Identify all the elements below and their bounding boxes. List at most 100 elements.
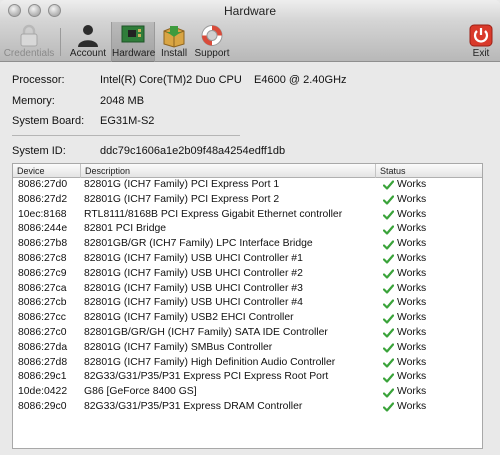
- toolbar-exit-button[interactable]: Exit: [466, 22, 496, 62]
- hardware-window: Hardware Credentials Account Hardware In…: [0, 0, 500, 455]
- status-text: Works: [397, 193, 427, 205]
- table-row[interactable]: 8086:27d2 82801G (ICH7 Family) PCI Expres…: [13, 193, 482, 208]
- status-text: Works: [397, 238, 427, 250]
- toolbar-separator: [60, 28, 61, 56]
- status-cell: Works: [383, 222, 426, 237]
- table-row[interactable]: 8086:29c1 82G33/G31/P35/P31 Express PCI E…: [13, 370, 482, 385]
- table-body: 8086:27d0 82801G (ICH7 Family) PCI Expres…: [13, 178, 482, 415]
- memory-value: 2048 MB: [100, 95, 145, 107]
- checkmark-icon: [383, 299, 394, 309]
- status-cell: Works: [383, 237, 426, 252]
- device-id-cell: 8086:27ca: [18, 282, 67, 294]
- processor-label: Processor:: [12, 74, 65, 86]
- zoom-window-button[interactable]: [48, 4, 61, 17]
- device-id-cell: 8086:29c1: [18, 371, 67, 383]
- table-row[interactable]: 10de:0422 G86 [GeForce 8400 GS] Works: [13, 385, 482, 400]
- table-row[interactable]: 8086:27d8 82801G (ICH7 Family) High Defin…: [13, 356, 482, 371]
- padlock-icon: [20, 24, 38, 47]
- status-cell: Works: [383, 178, 426, 193]
- table-row[interactable]: 8086:27b8 82801GB/GR (ICH7 Family) LPC In…: [13, 237, 482, 252]
- table-row[interactable]: 8086:27ca 82801G (ICH7 Family) USB UHCI C…: [13, 282, 482, 297]
- checkmark-icon: [383, 269, 394, 279]
- device-id-cell: 8086:27c9: [18, 267, 67, 279]
- table-row[interactable]: 10ec:8168 RTL8111/8168B PCI Express Gigab…: [13, 208, 482, 223]
- toolbar-account-button[interactable]: Account: [68, 22, 108, 62]
- device-id-cell: 8086:27b8: [18, 238, 68, 250]
- description-cell: 82801G (ICH7 Family) USB UHCI Controller…: [84, 282, 303, 294]
- device-id-cell: 8086:27c0: [18, 326, 67, 338]
- status-text: Works: [397, 223, 427, 235]
- checkmark-icon: [383, 180, 394, 190]
- device-table[interactable]: Device Description Status 8086:27d0 82801…: [12, 163, 483, 449]
- status-cell: Works: [383, 252, 426, 267]
- checkmark-icon: [383, 343, 394, 353]
- column-header-status[interactable]: Status: [375, 164, 483, 178]
- status-cell: Works: [383, 385, 426, 400]
- description-cell: G86 [GeForce 8400 GS]: [84, 386, 197, 398]
- circuit-board-icon: [121, 25, 145, 47]
- checkmark-icon: [383, 328, 394, 338]
- description-cell: 82801GB/GR/GH (ICH7 Family) SATA IDE Con…: [84, 326, 328, 338]
- device-id-cell: 8086:27cb: [18, 297, 67, 309]
- system-board-value: EG31M-S2: [100, 115, 155, 127]
- device-id-cell: 8086:29c0: [18, 400, 67, 412]
- description-cell: 82G33/G31/P35/P31 Express DRAM Controlle…: [84, 400, 303, 412]
- device-id-cell: 8086:27cc: [18, 312, 66, 324]
- device-id-cell: 8086:27d2: [18, 193, 68, 205]
- description-cell: 82G33/G31/P35/P31 Express PCI Express Ro…: [84, 371, 329, 383]
- package-box-icon: [163, 26, 185, 48]
- table-row[interactable]: 8086:27d0 82801G (ICH7 Family) PCI Expres…: [13, 178, 482, 193]
- table-row[interactable]: 8086:27c9 82801G (ICH7 Family) USB UHCI C…: [13, 267, 482, 282]
- status-text: Works: [397, 312, 427, 324]
- user-silhouette-icon: [78, 25, 98, 47]
- checkmark-icon: [383, 313, 394, 324]
- column-header-device[interactable]: Device: [13, 164, 80, 178]
- description-cell: 82801GB/GR (ICH7 Family) LPC Interface B…: [84, 238, 313, 250]
- status-cell: Works: [383, 267, 426, 282]
- lifebuoy-icon: [201, 25, 223, 46]
- divider: [12, 135, 240, 136]
- checkmark-icon: [383, 225, 394, 235]
- device-id-cell: 8086:27c8: [18, 252, 67, 264]
- table-row[interactable]: 8086:27c0 82801GB/GR/GH (ICH7 Family) SAT…: [13, 326, 482, 341]
- device-id-cell: 8086:27da: [18, 341, 68, 353]
- system-id-value: ddc79c1606a1e2b09f48a4254edff1db: [100, 145, 286, 157]
- window-controls: [8, 4, 61, 17]
- device-id-cell: 8086:244e: [18, 223, 68, 235]
- table-row[interactable]: 8086:29c0 82G33/G31/P35/P31 Express DRAM …: [13, 400, 482, 415]
- table-header: Device Description Status: [13, 164, 482, 178]
- table-row[interactable]: 8086:27c8 82801G (ICH7 Family) USB UHCI C…: [13, 252, 482, 267]
- status-cell: Works: [383, 370, 426, 385]
- memory-label: Memory:: [12, 95, 55, 107]
- status-text: Works: [397, 208, 427, 220]
- status-text: Works: [397, 326, 427, 338]
- table-row[interactable]: 8086:27cb 82801G (ICH7 Family) USB UHCI C…: [13, 296, 482, 311]
- status-cell: Works: [383, 296, 426, 311]
- toolbar-credentials-button[interactable]: Credentials: [2, 22, 56, 62]
- close-window-button[interactable]: [8, 4, 21, 17]
- toolbar-hardware-button[interactable]: Hardware: [111, 22, 155, 62]
- column-header-description[interactable]: Description: [80, 164, 375, 178]
- checkmark-icon: [383, 387, 394, 398]
- status-cell: Works: [383, 356, 426, 371]
- description-cell: RTL8111/8168B PCI Express Gigabit Ethern…: [84, 208, 343, 220]
- checkmark-icon: [383, 210, 394, 220]
- toolbar-support-button[interactable]: Support: [192, 22, 232, 62]
- description-cell: 82801G (ICH7 Family) SMBus Controller: [84, 341, 273, 353]
- table-row[interactable]: 8086:27cc 82801G (ICH7 Family) USB2 EHCI …: [13, 311, 482, 326]
- system-board-label: System Board:: [12, 115, 85, 127]
- table-row[interactable]: 8086:244e 82801 PCI Bridge Works: [13, 222, 482, 237]
- checkmark-icon: [383, 284, 394, 294]
- checkmark-icon: [383, 195, 394, 205]
- status-text: Works: [397, 267, 427, 279]
- status-text: Works: [397, 252, 427, 264]
- toolbar-install-button[interactable]: Install: [158, 22, 190, 62]
- checkmark-icon: [383, 254, 394, 264]
- checkmark-icon: [383, 373, 394, 383]
- checkmark-icon: [383, 402, 394, 412]
- description-cell: 82801G (ICH7 Family) USB UHCI Controller…: [84, 267, 303, 279]
- table-row[interactable]: 8086:27da 82801G (ICH7 Family) SMBus Cont…: [13, 341, 482, 356]
- description-cell: 82801 PCI Bridge: [84, 223, 167, 235]
- minimize-window-button[interactable]: [28, 4, 41, 17]
- title-bar[interactable]: Hardware: [0, 0, 500, 22]
